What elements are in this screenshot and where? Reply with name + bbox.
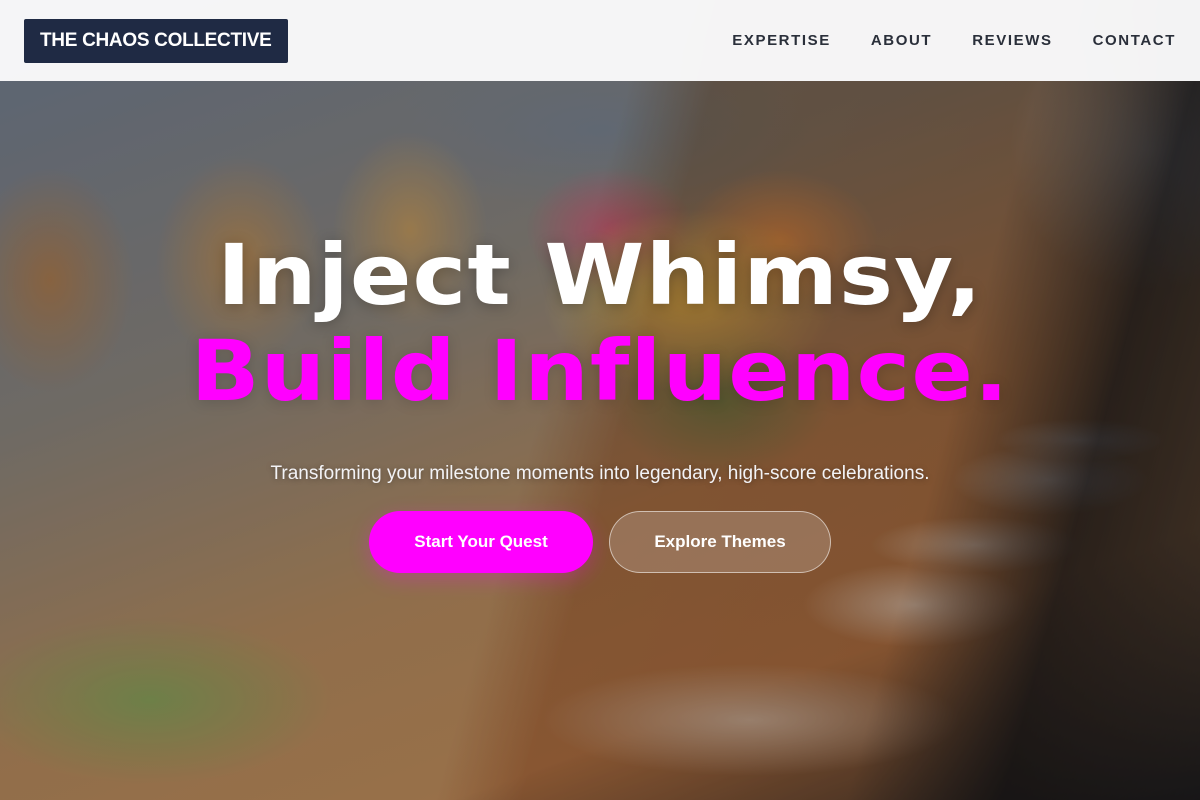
hero-headline-line1: Inject Whimsy, — [217, 226, 983, 324]
start-quest-button[interactable]: Start Your Quest — [369, 511, 593, 573]
nav-link-expertise[interactable]: EXPERTISE — [732, 32, 831, 49]
hero-section: Inject Whimsy, Build Influence. Transfor… — [0, 81, 1200, 800]
nav-link-contact[interactable]: CONTACT — [1093, 32, 1176, 49]
landing-page: THE CHAOS COLLECTIVE EXPERTISE ABOUT REV… — [0, 0, 1200, 800]
main-nav: EXPERTISE ABOUT REVIEWS CONTACT — [692, 32, 1176, 49]
nav-link-reviews[interactable]: REVIEWS — [972, 32, 1052, 49]
site-header: THE CHAOS COLLECTIVE EXPERTISE ABOUT REV… — [0, 0, 1200, 81]
hero-subtitle: Transforming your milestone moments into… — [270, 463, 930, 484]
brand-logo[interactable]: THE CHAOS COLLECTIVE — [24, 18, 288, 63]
explore-themes-button[interactable]: Explore Themes — [609, 511, 831, 573]
hero-cta-group: Start Your Quest Explore Themes — [0, 511, 1200, 573]
nav-link-about[interactable]: ABOUT — [871, 32, 932, 49]
hero-headline-line2: Build Influence. — [190, 322, 1010, 420]
